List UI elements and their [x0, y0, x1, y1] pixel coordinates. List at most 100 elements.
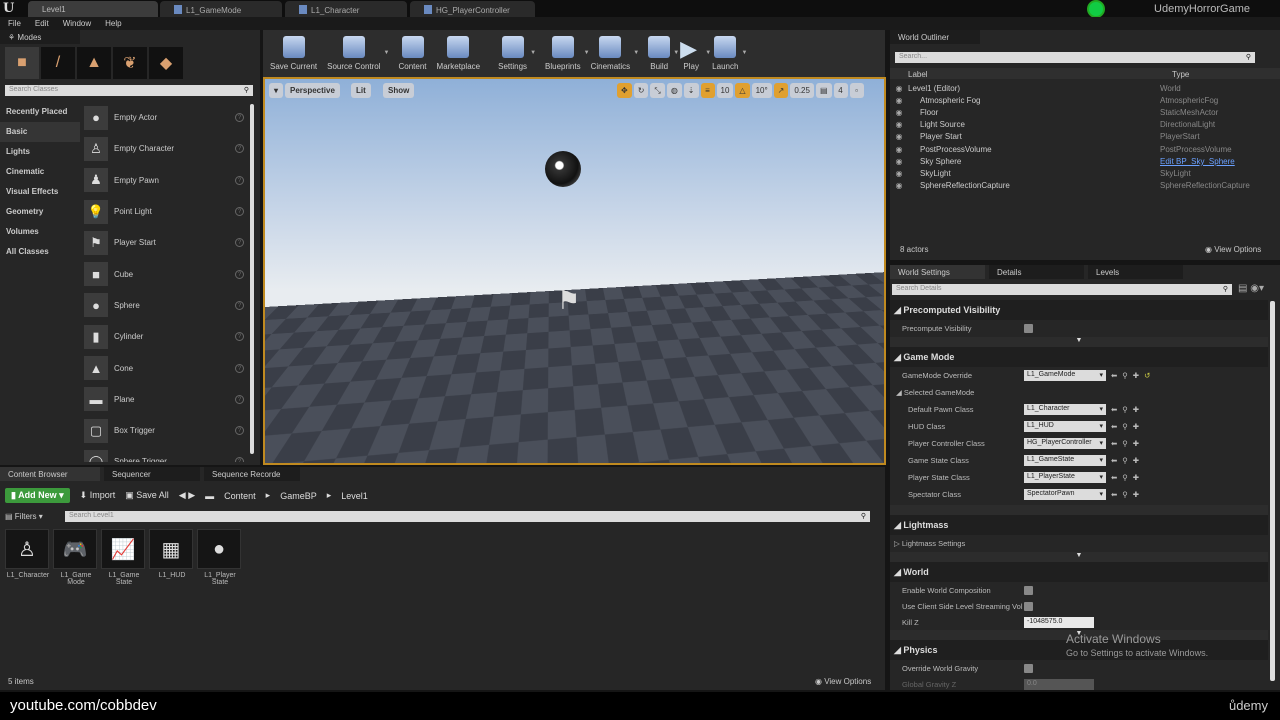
- maximize-icon[interactable]: ▫: [849, 83, 864, 98]
- checkbox[interactable]: [1024, 585, 1033, 595]
- toolbar-play-button[interactable]: ▶ Play ▼: [675, 36, 711, 77]
- toolbar-launch-button[interactable]: Launch ▼: [707, 36, 747, 77]
- class-combo[interactable]: L1_GameState ▾: [1024, 455, 1106, 466]
- perspective-button[interactable]: Perspective: [285, 83, 340, 98]
- add-icon[interactable]: ✚: [1133, 456, 1139, 465]
- add-icon[interactable]: ✚: [1133, 422, 1139, 431]
- browse-icon[interactable]: ⚲: [1122, 371, 1128, 380]
- use-selected-icon[interactable]: ⬅: [1111, 405, 1117, 414]
- kill-z-input[interactable]: -1048575.0: [1024, 616, 1094, 628]
- placeable-item[interactable]: ⚑ Player Start?: [82, 227, 250, 258]
- prop-lightmass-settings[interactable]: ▷ Lightmass Settings: [890, 535, 1268, 552]
- menu-help[interactable]: Help: [105, 19, 121, 28]
- category-item[interactable]: Volumes: [0, 222, 80, 242]
- toolbar-blueprints-button[interactable]: Blueprints ▼: [540, 36, 590, 77]
- toolbar-settings-button[interactable]: Settings ▼: [493, 36, 536, 77]
- tab-world-settings[interactable]: World Settings: [890, 265, 985, 279]
- visibility-eye-icon[interactable]: ◉: [890, 96, 908, 105]
- grid-snap-icon[interactable]: ≡: [700, 83, 715, 98]
- placeable-item[interactable]: ▬ Plane?: [82, 384, 250, 415]
- grid-size[interactable]: 10: [716, 83, 734, 98]
- tab-l1-character[interactable]: L1_Character: [285, 1, 407, 17]
- surface-snap-icon[interactable]: ⇣: [683, 83, 699, 98]
- class-combo[interactable]: L1_Character ▾: [1024, 404, 1106, 415]
- toolbar-source-control-button[interactable]: Source Control ▼: [322, 36, 390, 77]
- path-gamebp[interactable]: GameBP: [280, 491, 317, 501]
- outliner-row[interactable]: ◉ Atmospheric Fog AtmosphericFog: [890, 94, 1280, 106]
- paint-mode-icon[interactable]: /: [41, 47, 75, 79]
- outliner-row[interactable]: ◉ Floor StaticMeshActor: [890, 106, 1280, 118]
- path-content[interactable]: Content: [224, 491, 256, 501]
- gravity-input[interactable]: 0.0: [1024, 678, 1094, 690]
- viewport-options-button[interactable]: ▾: [269, 83, 284, 98]
- visibility-eye-icon[interactable]: ◉: [890, 145, 908, 154]
- dropdown-arrow-icon[interactable]: ▼: [633, 50, 639, 56]
- outliner-view-options[interactable]: ◉ View Options: [1205, 245, 1261, 254]
- class-combo[interactable]: L1_HUD ▾: [1024, 421, 1106, 432]
- help-icon[interactable]: ?: [235, 457, 244, 462]
- placeable-item[interactable]: ● Empty Actor?: [82, 102, 250, 133]
- dropdown-arrow-icon[interactable]: ▼: [741, 50, 747, 56]
- browse-icon[interactable]: ⚲: [1122, 473, 1128, 482]
- help-icon[interactable]: ?: [235, 238, 244, 248]
- scale-size[interactable]: 0.25: [790, 83, 814, 98]
- tab-sequencer[interactable]: Sequencer: [104, 467, 200, 481]
- use-selected-icon[interactable]: ⬅: [1111, 439, 1117, 448]
- tab-details[interactable]: Details: [989, 265, 1084, 279]
- toolbar-build-button[interactable]: Build ▼: [643, 36, 679, 77]
- toolbar-cinematics-button[interactable]: Cinematics ▼: [586, 36, 639, 77]
- history-back-forward[interactable]: ◀ ▶: [179, 490, 195, 501]
- filters-button[interactable]: ▤ Filters ▾: [5, 512, 43, 521]
- use-selected-icon[interactable]: ⬅: [1111, 371, 1117, 380]
- rotation-size[interactable]: 10°: [751, 83, 772, 98]
- col-type[interactable]: Type: [1172, 70, 1189, 79]
- help-icon[interactable]: ?: [235, 332, 244, 342]
- visibility-eye-icon[interactable]: ◉: [890, 132, 908, 141]
- col-label[interactable]: Label: [908, 70, 928, 79]
- geometry-mode-icon[interactable]: ◆: [149, 47, 183, 79]
- tab-sequence-recorder[interactable]: Sequence Recorde: [204, 467, 300, 481]
- help-icon[interactable]: ?: [235, 300, 244, 310]
- camera-speed-icon[interactable]: ▤: [815, 83, 832, 98]
- viewport[interactable]: ⚑ ▾ Perspective Lit Show ✥ ↻ ⤡ ◍ ⇣ ≡ 10 △ 10°…: [263, 77, 886, 465]
- tab-levels[interactable]: Levels: [1088, 265, 1183, 279]
- visibility-eye-icon[interactable]: ◉: [890, 169, 908, 178]
- placeable-item[interactable]: 💡 Point Light?: [82, 196, 250, 227]
- checkbox[interactable]: [1024, 324, 1033, 333]
- asset-tile[interactable]: 🎮 L1_Game Mode: [53, 529, 99, 586]
- tab-content-browser[interactable]: Content Browser: [0, 467, 100, 481]
- tab-modes[interactable]: ⚘ Modes: [0, 30, 80, 44]
- menu-edit[interactable]: Edit: [35, 19, 49, 28]
- menu-window[interactable]: Window: [63, 19, 91, 28]
- toolbar-content-button[interactable]: Content: [394, 36, 432, 77]
- browse-icon[interactable]: ⚲: [1122, 490, 1128, 499]
- toolbar-marketplace-button[interactable]: Marketplace: [432, 36, 486, 77]
- category-item[interactable]: Basic: [0, 122, 80, 142]
- add-icon[interactable]: ✚: [1133, 371, 1139, 380]
- property-matrix-icon[interactable]: ▤ ◉▾: [1238, 283, 1264, 294]
- import-button[interactable]: ⬇ Import: [80, 490, 116, 501]
- gamemode-combo[interactable]: L1_GameMode ▾: [1024, 370, 1106, 381]
- advanced-expand[interactable]: ▼: [890, 552, 1268, 562]
- outliner-row[interactable]: ◉ SkyLight SkyLight: [890, 167, 1280, 179]
- placeable-item[interactable]: ▲ Cone?: [82, 352, 250, 383]
- rotation-snap-icon[interactable]: △: [735, 83, 750, 98]
- outliner-row[interactable]: ◉ Level1 (Editor) World: [890, 82, 1280, 94]
- checkbox[interactable]: [1024, 601, 1033, 611]
- browse-icon[interactable]: ⚲: [1122, 422, 1128, 431]
- category-item[interactable]: Recently Placed: [0, 102, 80, 122]
- help-icon[interactable]: ?: [235, 394, 244, 404]
- selected-gamemode-group[interactable]: ◢ Selected GameMode: [890, 384, 1268, 401]
- add-icon[interactable]: ✚: [1133, 405, 1139, 414]
- add-icon[interactable]: ✚: [1133, 490, 1139, 499]
- scrollbar[interactable]: [250, 104, 254, 454]
- outliner-search-input[interactable]: Search... ⚲: [895, 52, 1255, 63]
- outliner-row[interactable]: ◉ SphereReflectionCapture SphereReflection…: [890, 180, 1280, 192]
- translate-icon[interactable]: ✥: [617, 83, 632, 98]
- menu-file[interactable]: File: [8, 19, 21, 28]
- foliage-mode-icon[interactable]: ❦: [113, 47, 147, 79]
- sky-sphere-icon[interactable]: [545, 151, 581, 187]
- add-icon[interactable]: ✚: [1133, 439, 1139, 448]
- tab-level1[interactable]: Level1: [28, 1, 158, 17]
- advanced-expand[interactable]: [890, 505, 1268, 515]
